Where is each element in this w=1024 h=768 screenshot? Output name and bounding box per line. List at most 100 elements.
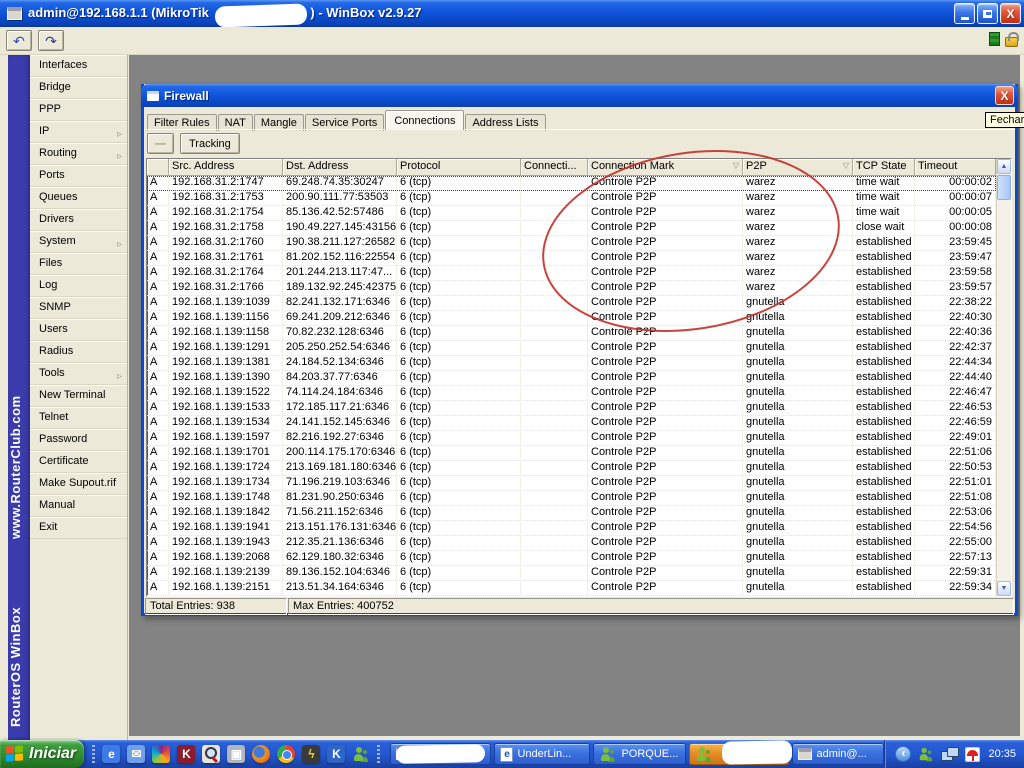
chrome-icon[interactable] [277, 745, 296, 763]
tab-connections[interactable]: Connections [385, 110, 465, 130]
sidebar-item-make-supout-rif[interactable]: Make Supout.rif [30, 473, 127, 495]
connection-row[interactable]: A 192.168.1.139:1381 24.184.52.134:6346 6 (… [147, 356, 996, 371]
scroll-down-button[interactable]: ▼ [997, 581, 1011, 596]
quick-launch-handle[interactable] [92, 745, 96, 763]
connection-row[interactable]: A 192.168.31.2:1761 81.202.152.116:22554 6 … [147, 251, 996, 266]
connection-row[interactable]: A 192.168.1.139:1941 213.151.176.131:6346 6… [147, 521, 996, 536]
kmplayer-icon[interactable]: K [177, 745, 196, 763]
connection-row[interactable]: A 192.168.1.139:1158 70.82.232.128:6346 6 (… [147, 326, 996, 341]
tab-filter-rules[interactable]: Filter Rules [147, 114, 217, 131]
messenger-tray-icon[interactable] [918, 746, 934, 762]
sidebar-item-ppp[interactable]: PPP [30, 99, 127, 121]
sidebar-item-ports[interactable]: Ports [30, 165, 127, 187]
column-header-timeout[interactable]: Timeout [915, 159, 996, 176]
sidebar-item-queues[interactable]: Queues [30, 187, 127, 209]
connection-row[interactable]: A 192.168.31.2:1760 190.38.211.127:26582 6 … [147, 236, 996, 251]
remove-connection-button[interactable]: — [147, 133, 174, 154]
tab-mangle[interactable]: Mangle [253, 114, 304, 131]
taskbar-button-censored-0[interactable] [390, 743, 492, 765]
hide-icons-button[interactable]: ‹ [895, 746, 912, 762]
column-header-connection-mark[interactable]: Connection Mark ▽ [588, 159, 743, 176]
vertical-scrollbar[interactable]: ▲ ▼ [996, 159, 1011, 596]
connection-row[interactable]: A 192.168.1.139:1390 84.203.37.77:6346 6 (t… [147, 371, 996, 386]
sidebar-item-telnet[interactable]: Telnet [30, 407, 127, 429]
scroll-up-button[interactable]: ▲ [997, 159, 1011, 174]
minimize-button[interactable] [954, 3, 975, 24]
connection-row[interactable]: A 192.168.1.139:2151 213.51.34.164:6346 6 (… [147, 581, 996, 596]
tracking-button[interactable]: Tracking [180, 133, 240, 154]
connection-row[interactable]: A 192.168.31.2:1764 201.244.213.117:47... 6… [147, 266, 996, 281]
kde-icon[interactable]: K [327, 745, 346, 763]
connection-row[interactable]: A 192.168.1.139:1943 212.35.21.136:6346 6 (… [147, 536, 996, 551]
undo-button[interactable]: ↶ [6, 30, 32, 51]
messenger-icon[interactable] [352, 745, 370, 763]
winamp-icon[interactable]: ϟ [302, 745, 321, 763]
search-icon[interactable] [202, 745, 221, 763]
connection-row[interactable]: A 192.168.31.2:1766 189.132.92.245:42375 6 … [147, 281, 996, 296]
taskbar-button-underlin[interactable]: e UnderLin... [494, 743, 591, 765]
taskbar-button-censored-3[interactable] [689, 740, 793, 765]
column-header-tcp-state[interactable]: TCP State [853, 159, 915, 176]
sidebar-item-interfaces[interactable]: Interfaces [30, 55, 127, 77]
sidebar-item-users[interactable]: Users [30, 319, 127, 341]
connection-row[interactable]: A 192.168.1.139:1734 71.196.219.103:6346 6 … [147, 476, 996, 491]
maximize-button[interactable] [977, 3, 998, 24]
connection-row[interactable]: A 192.168.1.139:1291 205.250.252.54:6346 6 … [147, 341, 996, 356]
column-header-p2p[interactable]: P2P ▽ [743, 159, 853, 176]
sidebar-item-files[interactable]: Files [30, 253, 127, 275]
firewall-close-button[interactable]: X [995, 86, 1014, 105]
taskbar-button-porque[interactable]: PORQUE... [593, 743, 687, 765]
connection-row[interactable]: A 192.168.31.2:1758 190.49.227.145:43156 6 … [147, 221, 996, 236]
sidebar-item-log[interactable]: Log [30, 275, 127, 297]
scroll-track[interactable] [997, 201, 1011, 581]
connection-row[interactable]: A 192.168.1.139:1534 24.141.152.145:6346 6 … [147, 416, 996, 431]
column-header-protocol[interactable]: Protocol [397, 159, 521, 176]
network-tray-icon[interactable] [941, 746, 960, 762]
sidebar-item-system[interactable]: System ▹ [30, 231, 127, 253]
sidebar-item-routing[interactable]: Routing ▹ [30, 143, 127, 165]
sidebar-item-radius[interactable]: Radius [30, 341, 127, 363]
connection-row[interactable]: A 192.168.31.2:1747 69.248.74.35:30247 6 (t… [147, 176, 996, 191]
connection-row[interactable]: A 192.168.31.2:1754 85.136.42.52:57486 6 (t… [147, 206, 996, 221]
tab-nat[interactable]: NAT [217, 114, 253, 131]
sidebar-item-exit[interactable]: Exit [30, 517, 127, 539]
connection-row[interactable]: A 192.168.1.139:1701 200.114.175.170:6346 6… [147, 446, 996, 461]
column-header-dst-address[interactable]: Dst. Address [283, 159, 397, 176]
sidebar-item-manual[interactable]: Manual [30, 495, 127, 517]
column-header-src-address[interactable]: Src. Address [169, 159, 283, 176]
tab-address-lists[interactable]: Address Lists [465, 114, 546, 131]
connection-row[interactable]: A 192.168.1.139:1039 82.241.132.171:6346 6 … [147, 296, 996, 311]
picasa-icon[interactable] [152, 745, 171, 763]
connection-row[interactable]: A 192.168.1.139:1533 172.185.117.21:6346 6 … [147, 401, 996, 416]
firefox-icon[interactable] [252, 745, 271, 763]
sidebar-item-ip[interactable]: IP ▹ [30, 121, 127, 143]
sidebar-item-password[interactable]: Password [30, 429, 127, 451]
sidebar-item-tools[interactable]: Tools ▹ [30, 363, 127, 385]
connection-row[interactable]: A 192.168.1.139:1597 82.216.192.27:6346 6 (… [147, 431, 996, 446]
firewall-titlebar[interactable]: Firewall X [141, 84, 1018, 107]
start-button[interactable]: Iniciar [0, 740, 85, 768]
connection-row[interactable]: A 192.168.1.139:1522 74.114.24.184:6346 6 (… [147, 386, 996, 401]
quick-launch-handle[interactable] [377, 745, 381, 763]
connection-row[interactable]: A 192.168.1.139:1156 69.241.209.212:6346 6 … [147, 311, 996, 326]
scroll-thumb[interactable] [997, 175, 1011, 200]
redo-button[interactable]: ↷ [38, 30, 64, 51]
column-header-flags[interactable] [147, 159, 169, 176]
antivirus-tray-icon[interactable] [965, 746, 981, 762]
camera-icon[interactable]: ▣ [227, 745, 246, 763]
sidebar-item-certificate[interactable]: Certificate [30, 451, 127, 473]
connection-row[interactable]: A 192.168.31.2:1753 200.90.111.77:53503 6 (… [147, 191, 996, 206]
column-header-connecti[interactable]: Connecti... [521, 159, 588, 176]
connection-row[interactable]: A 192.168.1.139:1724 213.169.181.180:6346 6… [147, 461, 996, 476]
connection-row[interactable]: A 192.168.1.139:2068 62.129.180.32:6346 6 (… [147, 551, 996, 566]
ie-icon[interactable]: e [102, 745, 121, 763]
connection-row[interactable]: A 192.168.1.139:2139 89.136.152.104:6346 6 … [147, 566, 996, 581]
taskbar-button-admin[interactable]: admin@... [792, 743, 885, 765]
mail-app-icon[interactable]: ✉ [127, 745, 146, 763]
sidebar-item-drivers[interactable]: Drivers [30, 209, 127, 231]
close-button[interactable]: X [1000, 3, 1021, 24]
sidebar-item-new-terminal[interactable]: New Terminal [30, 385, 127, 407]
sidebar-item-bridge[interactable]: Bridge [30, 77, 127, 99]
connection-row[interactable]: A 192.168.1.139:1748 81.231.90.250:6346 6 (… [147, 491, 996, 506]
tab-service-ports[interactable]: Service Ports [304, 114, 385, 131]
